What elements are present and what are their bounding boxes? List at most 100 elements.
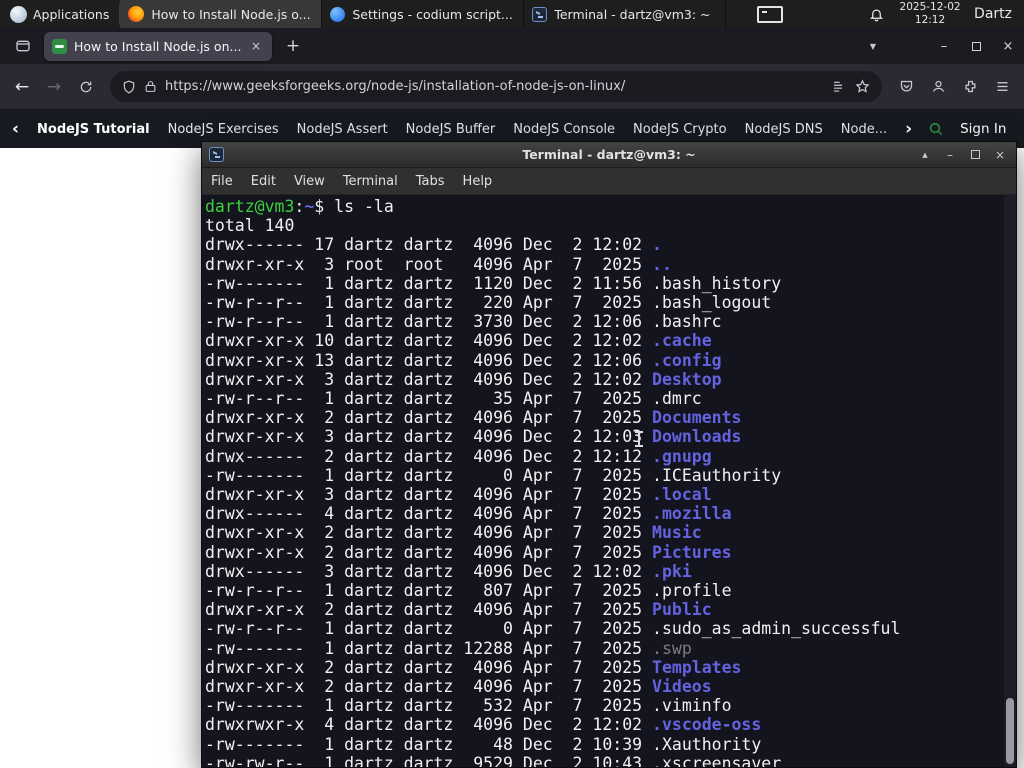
file-name: . bbox=[652, 235, 662, 255]
pocket-button[interactable] bbox=[890, 71, 922, 103]
taskbar-window-firefox[interactable]: How to Install Node.js o... bbox=[120, 0, 323, 28]
prompt-user-host: dartz@vm3 bbox=[205, 197, 295, 216]
sign-in-button[interactable]: Sign In bbox=[960, 121, 1006, 137]
menu-edit[interactable]: Edit bbox=[242, 174, 285, 189]
lock-icon[interactable] bbox=[144, 80, 157, 93]
terminal-line: drwxr-xr-x 3 dartz dartz 4096 Apr 7 2025… bbox=[205, 485, 1002, 504]
file-meta: -rw------- 1 dartz dartz 12288 Apr 7 202… bbox=[205, 638, 653, 658]
tab-close-button[interactable]: × bbox=[248, 38, 264, 54]
terminal-titlebar[interactable]: Terminal - dartz@vm3: ~ ▲ – × bbox=[202, 142, 1016, 168]
file-name: .gnupg bbox=[652, 446, 712, 466]
clock[interactable]: 2025-12-02 12:12 bbox=[896, 1, 964, 27]
back-button[interactable]: ← bbox=[6, 71, 38, 103]
applications-button[interactable]: Applications bbox=[0, 0, 119, 28]
file-meta: drwxr-xr-x 3 dartz dartz 4096 Dec 2 12:0… bbox=[205, 369, 653, 389]
menu-view[interactable]: View bbox=[285, 174, 334, 189]
gfg-nav-item-exercises[interactable]: NodeJS Exercises bbox=[168, 122, 279, 137]
tray-terminal-icon[interactable] bbox=[757, 5, 784, 23]
terminal-prompt-line: dartz@vm3:~$ ls -la bbox=[205, 197, 1002, 216]
extensions-button[interactable] bbox=[954, 71, 986, 103]
terminal-icon bbox=[209, 147, 224, 162]
gfg-nav-item-dns[interactable]: NodeJS DNS bbox=[745, 122, 823, 137]
notifications-button[interactable] bbox=[869, 7, 884, 22]
terminal-minimize-button[interactable]: – bbox=[942, 147, 958, 163]
terminal-line: drwxr-xr-x 3 root root 4096 Apr 7 2025 .… bbox=[205, 255, 1002, 274]
nav-scroll-right-button[interactable]: › bbox=[905, 119, 912, 139]
menu-button[interactable] bbox=[986, 71, 1018, 103]
menu-tabs[interactable]: Tabs bbox=[407, 174, 454, 189]
terminal-icon bbox=[532, 6, 548, 22]
reload-button[interactable] bbox=[70, 71, 102, 103]
file-name: Public bbox=[652, 600, 712, 620]
shade-button[interactable]: ▲ bbox=[917, 147, 933, 163]
terminal-line: -rw-r--r-- 1 dartz dartz 0 Apr 7 2025 .s… bbox=[205, 619, 1002, 638]
maximize-icon bbox=[971, 41, 981, 51]
search-icon[interactable] bbox=[928, 121, 944, 137]
gfg-nav-item-crypto[interactable]: NodeJS Crypto bbox=[633, 122, 727, 137]
file-meta: drwx------ 17 dartz dartz 4096 Dec 2 12:… bbox=[205, 235, 653, 255]
list-tabs-button[interactable]: ▼ bbox=[864, 38, 882, 55]
terminal-scrollbar[interactable] bbox=[1004, 195, 1016, 767]
browser-tab[interactable]: How to Install Node.js on... × bbox=[44, 31, 272, 61]
file-meta: -rw------- 1 dartz dartz 48 Dec 2 10:39 bbox=[205, 734, 653, 754]
file-meta: drwxr-xr-x 2 dartz dartz 4096 Apr 7 2025 bbox=[205, 657, 653, 677]
file-name: Downloads bbox=[652, 427, 742, 447]
file-name: Templates bbox=[652, 657, 742, 677]
taskbar-window-terminal[interactable]: Terminal - dartz@vm3: ~ bbox=[524, 0, 727, 28]
reload-icon bbox=[80, 81, 92, 92]
account-icon bbox=[932, 80, 944, 92]
file-meta: drwxr-xr-x 2 dartz dartz 4096 Apr 7 2025 bbox=[205, 600, 653, 620]
menu-help[interactable]: Help bbox=[454, 174, 502, 189]
file-meta: drwxr-xr-x 3 dartz dartz 4096 Apr 7 2025 bbox=[205, 485, 653, 505]
menu-file[interactable]: File bbox=[202, 174, 242, 189]
window-maximize-button[interactable] bbox=[960, 32, 992, 60]
terminal-close-button[interactable]: × bbox=[992, 147, 1008, 163]
gfg-nav-item-truncated[interactable]: Node... bbox=[841, 122, 887, 137]
file-name: Videos bbox=[652, 677, 712, 697]
terminal-maximize-button[interactable] bbox=[967, 147, 983, 163]
url-text: https://www.geeksforgeeks.org/node-js/in… bbox=[165, 79, 626, 94]
firefox-view-button[interactable] bbox=[10, 33, 36, 59]
file-name: .. bbox=[652, 254, 672, 274]
terminal-window: Terminal - dartz@vm3: ~ ▲ – × File Edit … bbox=[201, 141, 1017, 768]
file-meta: drwxr-xr-x 13 dartz dartz 4096 Dec 2 12:… bbox=[205, 350, 653, 370]
taskbar-window-title: How to Install Node.js o... bbox=[151, 6, 311, 22]
file-name: .swp bbox=[652, 638, 692, 658]
terminal-line: -rw------- 1 dartz dartz 48 Dec 2 10:39 … bbox=[205, 735, 1002, 754]
terminal-output: total 140 drwx------ 17 dartz dartz 4096 … bbox=[205, 216, 1002, 767]
browser-toolbar: ← → https://www.geeksforgeeks.org/node-j… bbox=[0, 64, 1024, 110]
pocket-icon bbox=[900, 80, 912, 92]
window-minimize-button[interactable]: – bbox=[928, 32, 960, 60]
gfg-nav-item-assert[interactable]: NodeJS Assert bbox=[297, 122, 388, 137]
reader-mode-icon[interactable] bbox=[831, 80, 845, 94]
url-bar[interactable]: https://www.geeksforgeeks.org/node-js/in… bbox=[110, 71, 882, 102]
terminal-line: drwxr-xr-x 2 dartz dartz 4096 Apr 7 2025… bbox=[205, 523, 1002, 542]
gfg-nav-item-buffer[interactable]: NodeJS Buffer bbox=[406, 122, 496, 137]
new-tab-button[interactable]: + bbox=[280, 33, 306, 59]
scrollbar-thumb[interactable] bbox=[1006, 698, 1014, 764]
file-name: .cache bbox=[652, 331, 712, 351]
window-close-button[interactable]: × bbox=[992, 32, 1024, 60]
file-name: .xscreensaver bbox=[652, 753, 782, 767]
nav-scroll-left-button[interactable]: ‹ bbox=[12, 119, 19, 139]
bookmark-star-icon[interactable] bbox=[855, 79, 870, 94]
gfg-nav-item-tutorial[interactable]: NodeJS Tutorial bbox=[37, 122, 150, 137]
shield-icon[interactable] bbox=[122, 80, 136, 94]
terminal-body[interactable]: dartz@vm3:~$ ls -la total 140 drwx------ … bbox=[202, 195, 1016, 767]
applications-label: Applications bbox=[33, 6, 110, 22]
terminal-line: drwxr-xr-x 13 dartz dartz 4096 Dec 2 12:… bbox=[205, 351, 1002, 370]
terminal-line: -rw------- 1 dartz dartz 532 Apr 7 2025 … bbox=[205, 696, 1002, 715]
file-name: Documents bbox=[652, 408, 742, 428]
terminal-line: drwxr-xr-x 2 dartz dartz 4096 Apr 7 2025… bbox=[205, 408, 1002, 427]
file-name: .bash_logout bbox=[652, 293, 772, 313]
gfg-nav-item-console[interactable]: NodeJS Console bbox=[513, 122, 615, 137]
terminal-line: -rw-r--r-- 1 dartz dartz 220 Apr 7 2025 … bbox=[205, 293, 1002, 312]
taskbar: Applications How to Install Node.js o...… bbox=[0, 0, 1024, 28]
hamburger-menu-icon bbox=[997, 82, 1007, 91]
account-button[interactable] bbox=[922, 71, 954, 103]
taskbar-window-vscodium[interactable]: Settings - codium script... bbox=[322, 0, 525, 28]
forward-button[interactable]: → bbox=[38, 71, 70, 103]
menu-terminal[interactable]: Terminal bbox=[334, 174, 407, 189]
prompt-dollar: $ bbox=[314, 197, 335, 216]
maximize-icon bbox=[970, 150, 980, 159]
